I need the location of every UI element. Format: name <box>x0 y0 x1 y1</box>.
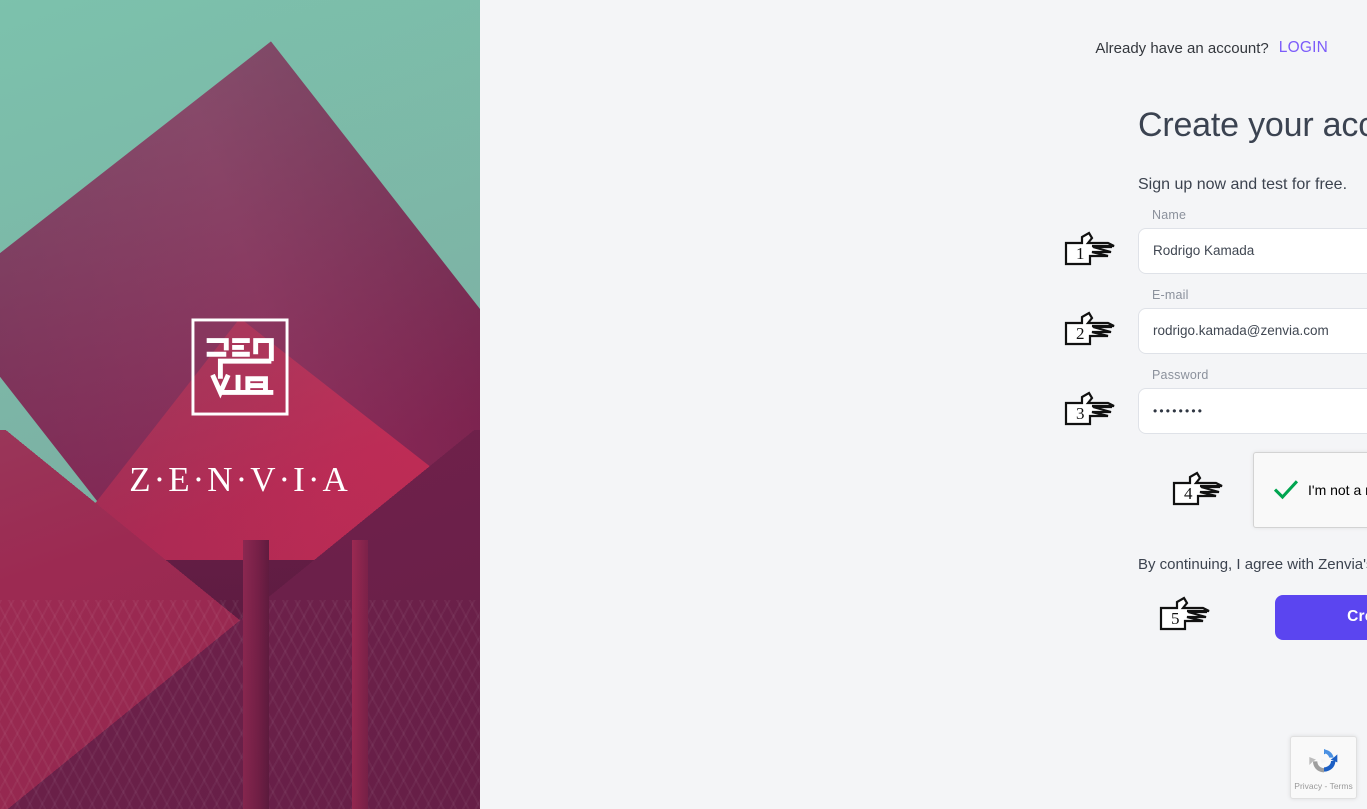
pointing-hand-icon: 4 <box>1172 471 1223 505</box>
zenvia-logo-mark <box>191 318 289 416</box>
pointing-hand-icon: 3 <box>1064 391 1115 425</box>
field-label-name: Name <box>1152 207 1187 222</box>
recaptcha-label: I'm not a robot <box>1308 481 1367 498</box>
pointing-hand-icon: 5 <box>1159 596 1210 630</box>
captcha-row: 4 I'm not a robot <box>1138 451 1367 530</box>
create-account-button[interactable]: Create account <box>1275 594 1367 640</box>
step-marker-1: 1 <box>1062 230 1120 272</box>
field-name: 1 Name Rodrigo Kamada <box>1064 207 1367 274</box>
step-number: 4 <box>1184 484 1193 503</box>
field-label-email: E-mail <box>1152 287 1189 302</box>
pointing-hand-icon: 2 <box>1064 311 1115 345</box>
step-number: 3 <box>1076 404 1085 423</box>
pointing-hand-icon: 1 <box>1064 231 1115 265</box>
page-title: Create your account! <box>1138 106 1367 144</box>
signup-page: Z·E·N·V·I·A Already have an account? LOG… <box>0 0 1367 809</box>
page-subtitle: Sign up now and test for free. <box>1138 175 1348 193</box>
field-password: 3 Password •••••••• <box>1064 367 1367 434</box>
step-marker-2: 2 <box>1062 310 1120 352</box>
step-number: 2 <box>1076 324 1085 343</box>
header-login-prompt: Already have an account? LOGIN <box>1095 39 1328 57</box>
recaptcha-widget[interactable]: I'm not a robot reCAPTCHA Privacy <box>1253 451 1367 528</box>
field-label-password: Password <box>1152 367 1209 382</box>
recaptcha-floating-badge[interactable]: Privacy - Terms <box>1290 736 1357 799</box>
email-input[interactable]: rodrigo.kamada@zenvia.com <box>1138 307 1367 354</box>
form-panel: Already have an account? LOGIN Create yo… <box>480 0 1367 809</box>
name-input[interactable]: Rodrigo Kamada <box>1138 227 1367 274</box>
login-link[interactable]: LOGIN <box>1279 39 1328 57</box>
name-input-value: Rodrigo Kamada <box>1153 243 1255 259</box>
step-marker-3: 3 <box>1062 390 1120 432</box>
brand-lockup: Z·E·N·V·I·A <box>0 318 480 500</box>
step-marker-4: 4 <box>1170 470 1228 512</box>
recaptcha-checkbox-checked-icon[interactable] <box>1266 476 1306 504</box>
brand-wordmark: Z·E·N·V·I·A <box>129 460 351 499</box>
terms-prefix: By continuing, I agree with Zenvia's <box>1138 555 1367 573</box>
password-input[interactable]: •••••••• <box>1138 387 1367 434</box>
login-prompt-text: Already have an account? <box>1095 39 1269 57</box>
step-number: 5 <box>1171 609 1180 628</box>
building-pillar <box>243 540 269 809</box>
step-number: 1 <box>1076 244 1085 263</box>
email-input-value: rodrigo.kamada@zenvia.com <box>1153 323 1329 339</box>
recaptcha-logo-icon <box>1308 748 1337 772</box>
brand-panel: Z·E·N·V·I·A <box>0 0 480 809</box>
cta-row: 5 Create account <box>1138 594 1367 643</box>
badge-privacy-terms[interactable]: Privacy - Terms <box>1294 781 1352 791</box>
password-input-value: •••••••• <box>1153 403 1205 418</box>
terms-agreement: By continuing, I agree with Zenvia's ter… <box>1138 556 1367 573</box>
signup-form: Create your account! Sign up now and tes… <box>1064 105 1367 643</box>
field-email: 2 E-mail rodrigo.kamada@zenvia.com <box>1064 287 1367 354</box>
building-pillar <box>352 540 368 809</box>
roof-slats-cross <box>0 600 480 809</box>
step-marker-5: 5 <box>1157 595 1215 637</box>
